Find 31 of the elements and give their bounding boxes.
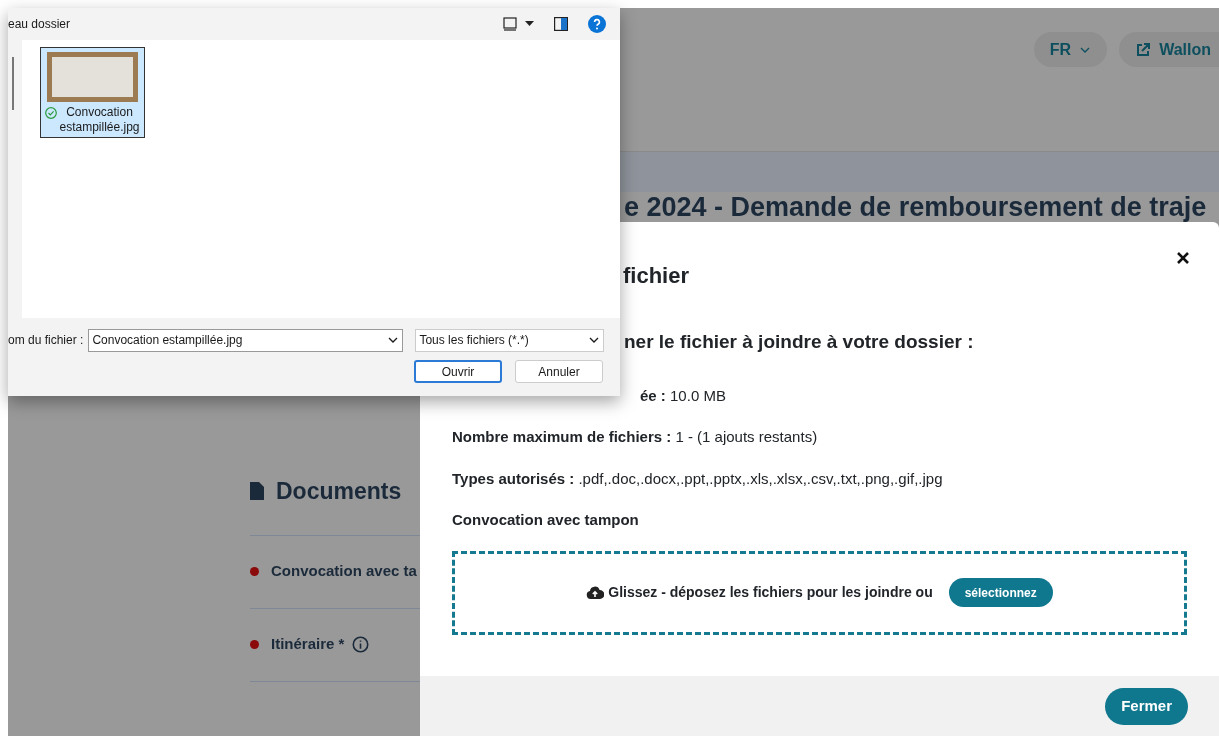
document-name: Convocation avec tampon	[452, 510, 640, 530]
file-type-select[interactable]: Tous les fichiers (*.*)	[415, 328, 605, 352]
view-icon[interactable]	[503, 17, 517, 31]
close-icon	[1177, 252, 1189, 264]
select-files-button[interactable]: sélectionnez	[948, 578, 1053, 607]
file-name: Convocation estampillée.jpg	[59, 105, 140, 135]
section-title: Documents	[276, 477, 402, 506]
file-rule-text: ée : 10.0 MB	[640, 385, 727, 406]
page-title: e 2024 - Demande de remboursement de traje	[624, 192, 1208, 222]
modal-title: fichier	[623, 262, 690, 290]
cloud-upload-icon	[586, 585, 605, 600]
document-label: Convocation avec ta	[271, 561, 417, 582]
file-rule-text: Nombre maximum de fichiers : 1 - (1 ajouts restants)	[452, 427, 819, 447]
preview-pane-icon[interactable]	[554, 17, 568, 31]
drop-zone-text: Glissez - déposez les fichiers pour les joindre ou	[608, 583, 933, 602]
dialog-button[interactable]: Ouvrir	[414, 360, 502, 383]
file-tile[interactable]: Convocation estampillée.jpg	[40, 47, 145, 138]
help-icon[interactable]	[588, 15, 606, 33]
dialog-button[interactable]: Annuler	[515, 360, 603, 383]
modal-heading: ner le fichier à joindre à votre dossier :	[624, 330, 975, 354]
required-marker: *	[338, 634, 345, 655]
filename-label: om du fichier :	[8, 332, 84, 349]
file-rule-text: Types autorisés : .pdf,.doc,.docx,.ppt,.pptx,.xls,.xlsx,.csv,.txt,.png,.gif,.jpg	[452, 468, 944, 489]
external-link-icon	[1135, 41, 1152, 58]
caret-down-icon[interactable]	[525, 21, 534, 27]
document-label: Itinéraire	[271, 634, 335, 655]
document-icon	[250, 482, 264, 501]
filename-field[interactable]: Convocation estampillée.jpg	[88, 328, 404, 352]
dialog-title: eau dossier	[8, 16, 71, 33]
drop-zone[interactable]: Glissez - déposez les fichiers pour les joindre ou sélectionnez	[452, 550, 1187, 635]
close-modal-button[interactable]: Fermer	[1105, 687, 1188, 725]
